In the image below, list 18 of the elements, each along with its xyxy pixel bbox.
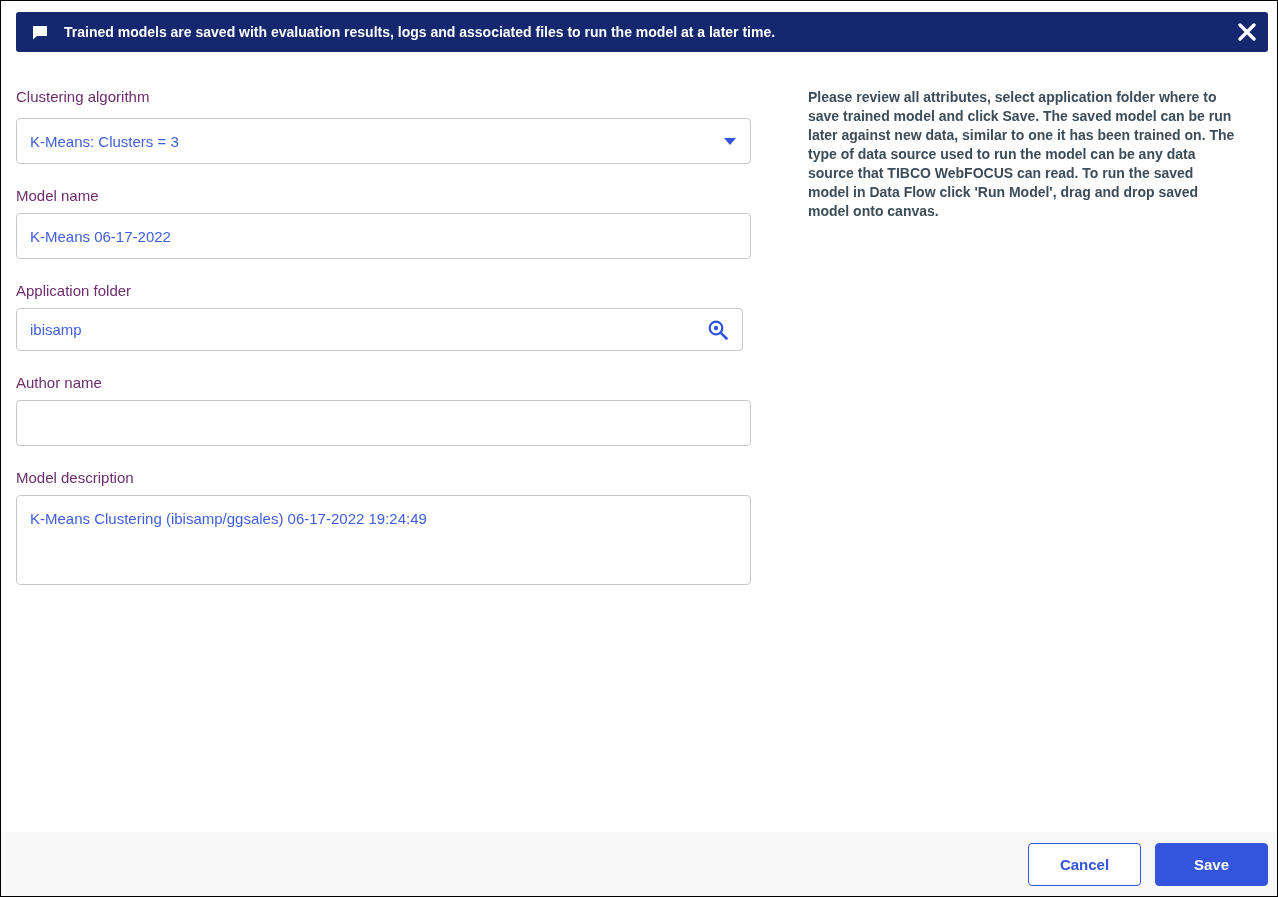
search-icon[interactable] xyxy=(708,319,728,340)
search-field[interactable]: ibisamp xyxy=(16,308,743,351)
input-field[interactable]: K-Means 06-17-2022 xyxy=(16,213,751,259)
field-label: Model name xyxy=(16,187,100,204)
chat-bubble-icon xyxy=(32,24,48,40)
field-label: Author name xyxy=(16,374,103,391)
field-label: Application folder xyxy=(16,282,133,299)
save-button[interactable]: Save xyxy=(1155,842,1268,886)
close-button[interactable] xyxy=(1238,23,1256,41)
description-field[interactable]: K-Means Clustering (ibisamp/ggsales) 06-17-2022 19:24:49 xyxy=(16,495,751,585)
dropdown-caret-icon[interactable] xyxy=(724,137,736,145)
help-text: Please review all attributes, select application folder where to save trained model and click Save. The saved model can be run later against new data, similar to one it has been trained on. The type of data source used to run the model can be any data source that TIBCO WebFOCUS can read. To run the saved model in Data Flow click 'Run Model', drag and drop saved model onto canvas. xyxy=(808,88,1236,221)
field-label: Clustering algorithm xyxy=(16,88,151,105)
field-label: Model description xyxy=(16,469,135,486)
dropdown-field[interactable]: K-Means: Clusters = 3 xyxy=(16,118,751,164)
input-field[interactable] xyxy=(16,400,751,446)
cancel-button[interactable]: Cancel xyxy=(1028,842,1141,886)
banner-text: Trained models are saved with evaluation results, logs and associated files to run the model at a later time. xyxy=(64,24,777,40)
